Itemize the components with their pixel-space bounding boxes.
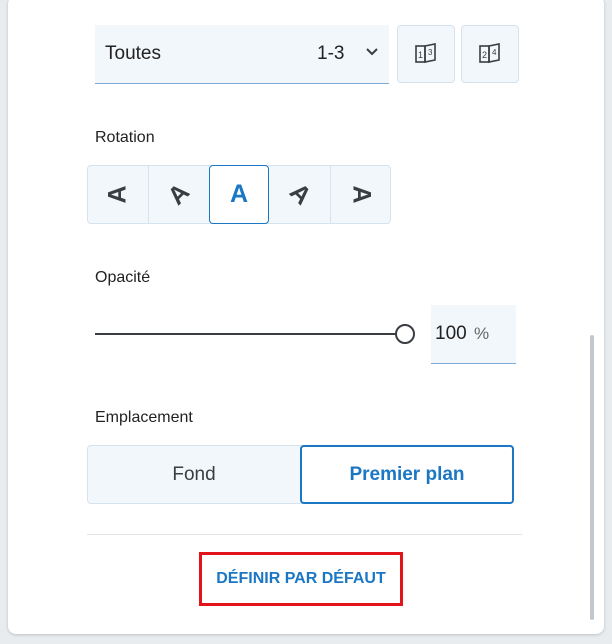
even-pages-button[interactable]: 2 4 bbox=[461, 25, 519, 83]
rotation-glyph: A bbox=[347, 185, 376, 204]
set-default-button[interactable]: DÉFINIR PAR DÉFAUT bbox=[199, 552, 403, 606]
page-select-value: Toutes bbox=[105, 43, 161, 64]
svg-text:1: 1 bbox=[418, 50, 423, 60]
rotate-90-right-button[interactable]: A bbox=[331, 166, 391, 223]
rotate-90-left-button[interactable]: A bbox=[88, 166, 148, 223]
placement-foreground-label: Premier plan bbox=[349, 463, 465, 485]
rotation-glyph: A bbox=[162, 177, 195, 211]
opacity-value: 100 bbox=[435, 323, 467, 344]
odd-pages-button[interactable]: 1 3 bbox=[397, 25, 455, 83]
even-pages-icon: 2 4 bbox=[479, 43, 500, 63]
odd-pages-icon: 1 3 bbox=[415, 43, 436, 63]
section-divider bbox=[87, 534, 522, 535]
scrollbar-thumb[interactable] bbox=[590, 335, 594, 620]
rotation-title: Rotation bbox=[95, 129, 155, 146]
opacity-slider-thumb[interactable] bbox=[395, 324, 415, 344]
set-default-label: DÉFINIR PAR DÉFAUT bbox=[216, 570, 386, 587]
watermark-settings-panel: Toutes 1-3 1 3 2 4 Rotation A A A A A Op… bbox=[8, 0, 604, 634]
placement-title: Emplacement bbox=[95, 409, 193, 426]
rotate-45-left-button[interactable]: A bbox=[149, 166, 209, 223]
opacity-slider-track[interactable] bbox=[95, 333, 397, 335]
rotation-glyph: A bbox=[284, 177, 317, 211]
rotation-glyph: A bbox=[103, 185, 132, 204]
page-range-text: 1-3 bbox=[317, 43, 345, 64]
chevron-down-icon bbox=[366, 48, 378, 56]
rotate-0-button[interactable]: A bbox=[209, 165, 269, 224]
placement-background-label: Fond bbox=[172, 463, 216, 485]
svg-text:4: 4 bbox=[492, 48, 497, 57]
svg-text:3: 3 bbox=[428, 48, 433, 57]
rotation-glyph: A bbox=[229, 180, 249, 208]
placement-foreground-button[interactable]: Premier plan bbox=[300, 445, 514, 504]
page-range-select[interactable]: Toutes 1-3 bbox=[95, 25, 389, 84]
svg-text:2: 2 bbox=[482, 50, 487, 60]
placement-options: Fond Premier plan bbox=[87, 445, 514, 504]
opacity-title: Opacité bbox=[95, 269, 151, 286]
rotate-45-right-button[interactable]: A bbox=[270, 166, 330, 223]
rotation-options: A A A A A bbox=[87, 165, 391, 224]
opacity-unit: % bbox=[474, 324, 490, 343]
placement-background-button[interactable]: Fond bbox=[88, 446, 300, 503]
opacity-input[interactable]: 100 % bbox=[431, 305, 516, 364]
